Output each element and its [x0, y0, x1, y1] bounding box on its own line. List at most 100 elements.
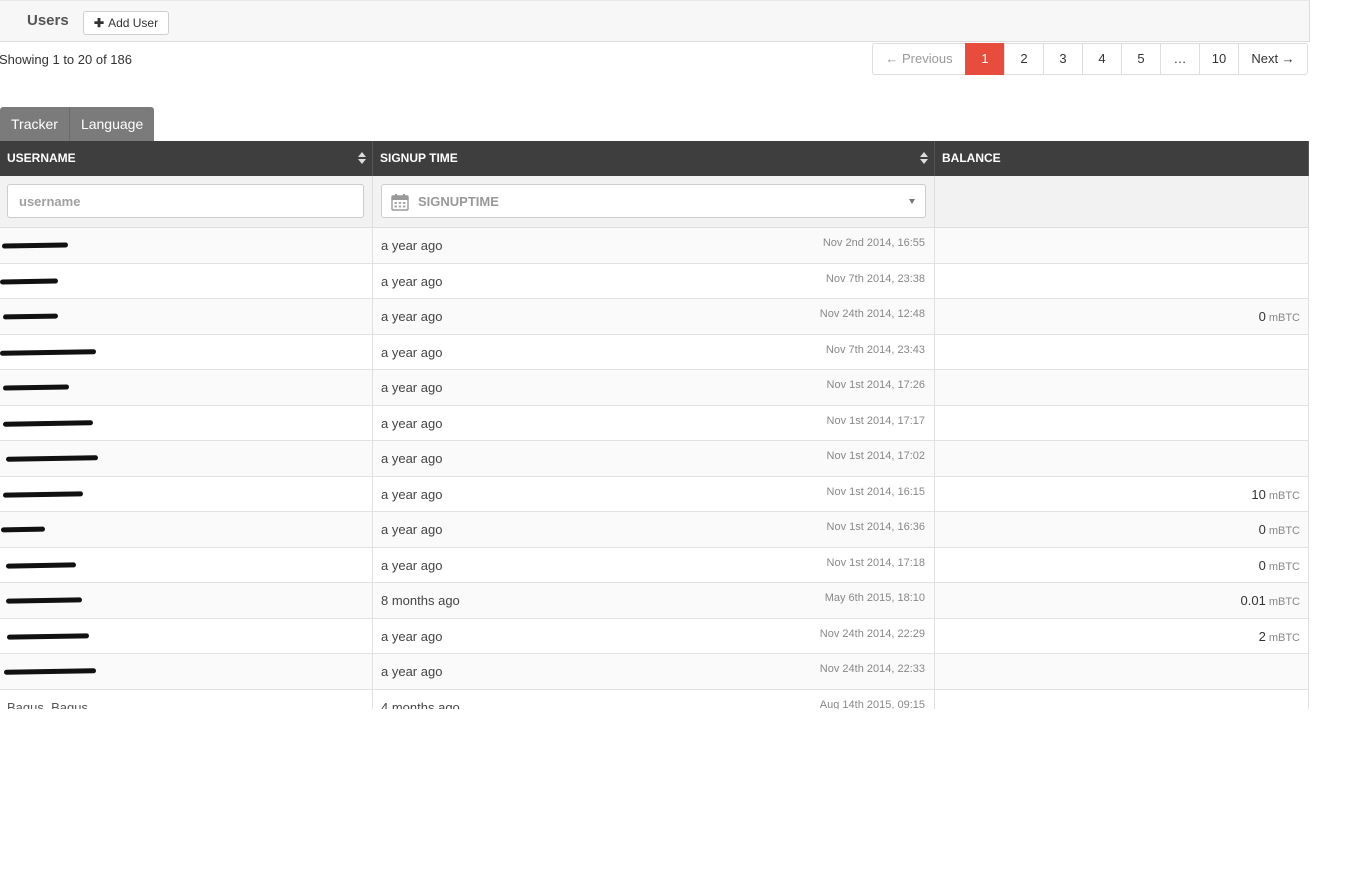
users-table: USERNAME SIGNUP TIME BALANCE username SI…	[0, 141, 1309, 709]
username-cell	[0, 263, 373, 298]
table-row[interactable]: a year ago Nov 1st 2014, 17:18 0 mBTC	[0, 547, 1309, 583]
page-button-3[interactable]: 3	[1043, 43, 1083, 75]
balance-unit: mBTC	[1268, 312, 1300, 324]
balance-cell	[935, 263, 1309, 298]
add-user-button[interactable]: ✚ Add User	[83, 11, 170, 35]
toggle-language[interactable]: Language	[69, 107, 155, 141]
table-body: a year ago Nov 2nd 2014, 16:55 a year ago N…	[0, 228, 1309, 709]
signup-timestamp: Nov 1st 2014, 16:36	[826, 521, 925, 533]
page-button-2[interactable]: 2	[1004, 43, 1044, 75]
table-row[interactable]: a year ago Nov 24th 2014, 12:48 0 mBTC	[0, 299, 1309, 335]
signup-relative-time: a year ago	[381, 486, 443, 502]
signup-time-cell: a year ago Nov 1st 2014, 16:15	[373, 476, 935, 511]
username-cell	[0, 405, 373, 440]
username-cell: Bagus_Bagus	[0, 689, 373, 709]
signup-time-cell: a year ago Nov 1st 2014, 17:17	[373, 405, 935, 440]
signup-filter-cell: SIGNUPTIME	[373, 176, 935, 227]
table-row[interactable]: a year ago Nov 1st 2014, 16:15 10 mBTC	[0, 476, 1309, 512]
balance-cell	[935, 441, 1309, 476]
balance-cell	[935, 689, 1309, 709]
chevron-down-icon	[909, 199, 915, 204]
signup-timestamp: Nov 1st 2014, 17:18	[826, 556, 925, 569]
page-title: Users	[27, 12, 69, 29]
sort-icon[interactable]	[920, 152, 928, 165]
balance-value: 0 mBTC	[1259, 309, 1300, 324]
balance-cell	[935, 370, 1309, 405]
table-row[interactable]: 8 months ago May 6th 2015, 18:10 0.01 mBTC	[0, 583, 1309, 619]
toggle-tracker[interactable]: Tracker	[0, 107, 70, 141]
username-cell	[0, 618, 373, 653]
signup-relative-time: a year ago	[381, 344, 443, 360]
username-cell	[0, 299, 373, 334]
signup-time-placeholder: SIGNUPTIME	[418, 194, 499, 209]
table-row[interactable]: a year ago Nov 1st 2014, 17:17	[0, 405, 1309, 441]
table-row[interactable]: a year ago Nov 24th 2014, 22:33	[0, 654, 1309, 690]
balance-cell: 10 mBTC	[935, 476, 1309, 511]
username-cell	[0, 654, 373, 689]
signup-timestamp: May 6th 2015, 18:10	[824, 592, 925, 604]
balance-filter-cell	[935, 176, 1309, 227]
column-header-username[interactable]: USERNAME	[0, 141, 373, 176]
username-filter-cell	[0, 176, 373, 227]
username-cell	[0, 476, 373, 511]
username-cell	[0, 583, 373, 618]
signup-relative-time: 8 months ago	[381, 593, 460, 608]
column-header-label: USERNAME	[7, 151, 76, 165]
balance-amount: 0.01	[1240, 593, 1266, 608]
balance-cell: 0 mBTC	[935, 547, 1309, 582]
table-row[interactable]: a year ago Nov 1st 2014, 17:26	[0, 370, 1309, 406]
signup-relative-time: a year ago	[381, 557, 443, 573]
balance-value: 0.01 mBTC	[1241, 593, 1300, 608]
redaction-mark	[5, 455, 99, 462]
column-header-label: BALANCE	[942, 151, 1001, 165]
filter-row: SIGNUPTIME	[0, 176, 1309, 228]
balance-amount: 0	[1258, 557, 1266, 573]
username-filter-input[interactable]	[7, 184, 364, 218]
column-header-signup-time[interactable]: SIGNUP TIME	[373, 141, 935, 176]
page-button-4[interactable]: 4	[1082, 43, 1122, 75]
page-button-1[interactable]: 1	[965, 43, 1005, 75]
signup-time-cell: 8 months ago May 6th 2015, 18:10	[373, 583, 935, 618]
redaction-mark	[3, 668, 97, 675]
balance-cell	[935, 654, 1309, 689]
redaction-mark	[5, 561, 77, 569]
signup-timestamp: Nov 24th 2014, 22:33	[819, 663, 925, 675]
signup-time-cell: a year ago Nov 24th 2014, 22:33	[373, 654, 935, 689]
table-row[interactable]: Bagus_Bagus 4 months ago Aug 14th 2015, 09…	[0, 689, 1309, 709]
signup-relative-time: a year ago	[381, 309, 443, 324]
balance-value: 0 mBTC	[1259, 522, 1300, 537]
balance-value: 10 mBTC	[1251, 487, 1300, 502]
next-page-button[interactable]: Next →	[1238, 43, 1308, 75]
previous-page-button[interactable]: ← Previous	[872, 43, 966, 75]
signup-relative-time: a year ago	[381, 664, 443, 679]
redaction-mark	[2, 313, 59, 320]
balance-amount: 10	[1251, 486, 1266, 502]
redaction-mark	[2, 419, 94, 427]
table-row[interactable]: a year ago Nov 2nd 2014, 16:55	[0, 228, 1309, 264]
signup-timestamp: Nov 2nd 2014, 16:55	[822, 237, 925, 249]
table-row[interactable]: a year ago Nov 7th 2014, 23:38	[0, 263, 1309, 299]
balance-amount: 0	[1258, 309, 1266, 324]
signup-relative-time: a year ago	[381, 238, 443, 253]
column-toggles: Tracker Language	[0, 107, 155, 141]
page-header: Users ✚ Add User	[0, 0, 1310, 42]
table-row[interactable]: a year ago Nov 1st 2014, 16:36 0 mBTC	[0, 512, 1309, 548]
page-button-10[interactable]: 10	[1199, 43, 1239, 75]
redaction-mark	[0, 526, 46, 533]
calendar-icon	[391, 194, 409, 211]
sort-icon[interactable]	[358, 152, 366, 165]
username-cell	[0, 370, 373, 405]
signup-relative-time: a year ago	[381, 380, 443, 395]
table-row[interactable]: a year ago Nov 7th 2014, 23:43	[0, 334, 1309, 370]
page-button-5[interactable]: 5	[1121, 43, 1161, 75]
username-cell	[0, 547, 373, 582]
balance-unit: mBTC	[1268, 596, 1300, 608]
signup-time-cell: a year ago Nov 1st 2014, 17:18	[373, 547, 935, 582]
table-row[interactable]: a year ago Nov 24th 2014, 22:29 2 mBTC	[0, 618, 1309, 654]
balance-value: 0 mBTC	[1259, 558, 1300, 573]
signup-timestamp: Nov 7th 2014, 23:38	[825, 272, 925, 285]
table-row[interactable]: a year ago Nov 1st 2014, 17:02	[0, 441, 1309, 477]
plus-icon: ✚	[94, 16, 105, 30]
signup-relative-time: a year ago	[381, 628, 443, 644]
signup-time-filter-select[interactable]: SIGNUPTIME	[381, 184, 926, 218]
